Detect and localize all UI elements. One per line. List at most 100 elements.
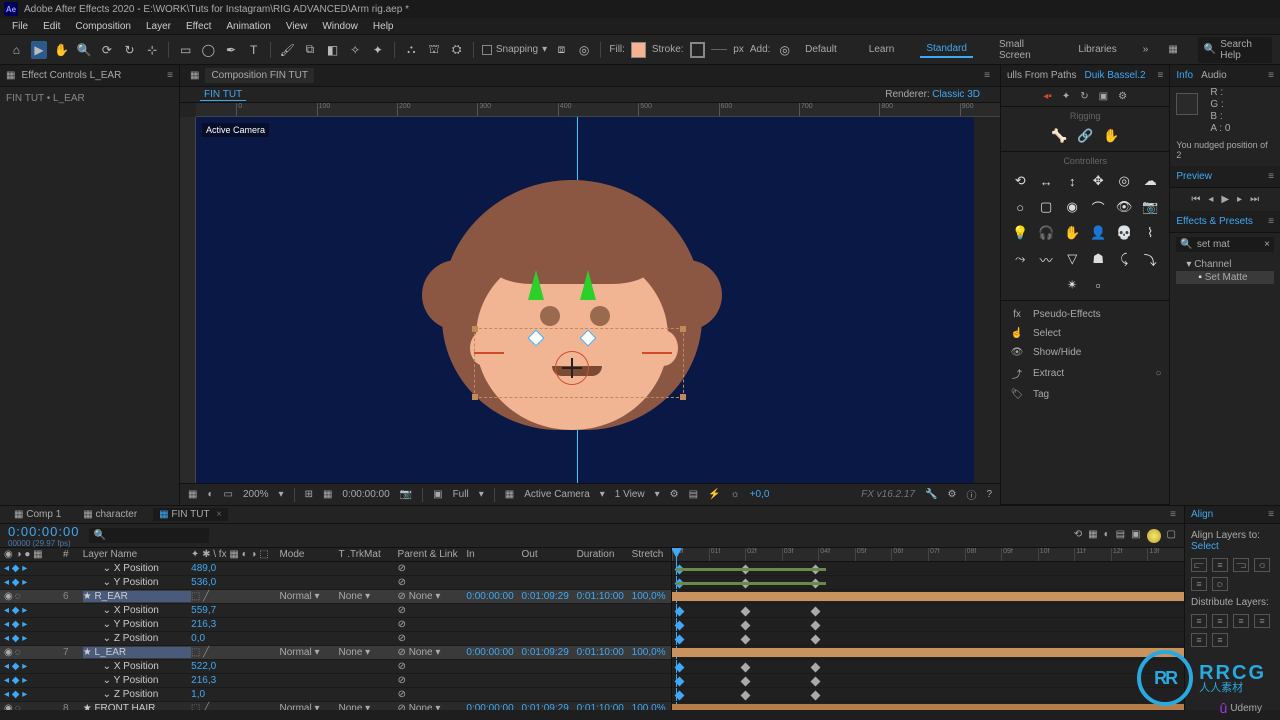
panel-options-icon[interactable]: ≡ — [167, 70, 173, 81]
duik-anim-icon[interactable]: ↻ — [1080, 91, 1088, 102]
comp-subtab[interactable]: FIN TUT — [200, 89, 246, 101]
tl-tab-fintut[interactable]: ▦ FIN TUT × — [153, 508, 228, 521]
timeline-track[interactable] — [672, 646, 1184, 660]
align-top-icon[interactable]: ⫏ — [1254, 558, 1270, 572]
ctrl-ear-icon[interactable]: 🎧 — [1037, 224, 1055, 242]
play-icon[interactable]: ▶ — [1221, 194, 1229, 205]
panel-options-icon[interactable]: ≡ — [1268, 70, 1274, 81]
timeline-property-row[interactable]: ◂ ◆ ▸⌄ Y Position536,0⊘ — [0, 576, 671, 590]
viewport[interactable]: 0 100 200 300 400 500 600 700 800 900 Ac… — [180, 103, 1000, 483]
keyframe-icon[interactable] — [741, 691, 751, 701]
ctrl-body-icon[interactable]: ☗ — [1089, 250, 1107, 268]
timeline-tracks[interactable]: 00f01f02f03f04f05f06f07f08f09f10f11f12f1… — [672, 548, 1184, 710]
tl-shy-icon[interactable]: ⟲ — [1074, 529, 1082, 543]
current-time-display[interactable]: 0:00:00:00 — [8, 524, 79, 539]
keyframe-nav-icon[interactable]: ◂ ◆ ▸ — [4, 661, 27, 672]
panel-menu-icon[interactable]: ▦ — [6, 70, 15, 81]
align-bottom-icon[interactable]: ⫐ — [1212, 577, 1228, 591]
dist-hcenter-icon[interactable]: ≡ — [1191, 633, 1207, 647]
tab-info[interactable]: Info — [1176, 70, 1193, 81]
first-frame-icon[interactable]: ⏮ — [1191, 194, 1200, 205]
visibility-icon[interactable]: ◉ — [4, 647, 13, 658]
snap-center-icon[interactable]: ◎ — [576, 41, 593, 59]
duik-cam-icon[interactable]: ▣ — [1099, 91, 1108, 102]
roi-icon[interactable]: ▣ — [433, 489, 442, 500]
timeline-property-row[interactable]: ◂ ◆ ▸⌄ X Position522,0⊘ — [0, 660, 671, 674]
keyframe-icon[interactable] — [741, 663, 751, 673]
tab-effects-presets[interactable]: Effects & Presets — [1176, 216, 1253, 227]
zoom-value[interactable]: 200% — [243, 489, 269, 500]
keyframe-nav-icon[interactable]: ◂ ◆ ▸ — [4, 605, 27, 616]
effects-item[interactable]: ▪ Set Matte — [1176, 271, 1274, 284]
panel-options-icon[interactable]: ≡ — [1170, 509, 1176, 520]
y-axis-arrow-icon[interactable] — [580, 270, 596, 300]
keyframe-icon[interactable] — [741, 677, 751, 687]
align-left-icon[interactable]: ⫍ — [1191, 558, 1207, 572]
panel-options-icon[interactable]: ≡ — [984, 70, 990, 81]
timeline-ruler[interactable]: 00f01f02f03f04f05f06f07f08f09f10f11f12f1… — [672, 548, 1184, 562]
effect-controls-tab[interactable]: Effect Controls L_EAR — [21, 70, 121, 81]
puppet-tool-icon[interactable]: ✦ — [369, 41, 386, 59]
current-time[interactable]: 0:00:00:00 — [342, 489, 389, 500]
brush-tool-icon[interactable]: 🖌 — [279, 41, 296, 59]
anchor-point-icon[interactable] — [562, 358, 582, 378]
keyframe-icon[interactable] — [675, 663, 685, 673]
next-frame-icon[interactable]: ▸ — [1237, 194, 1242, 205]
tl-graph-icon[interactable]: ▤ — [1116, 529, 1125, 543]
keyframe-icon[interactable] — [811, 621, 821, 631]
menu-edit[interactable]: Edit — [37, 20, 66, 33]
workspace-overflow-icon[interactable]: » — [1143, 44, 1149, 55]
duik-back-icon[interactable]: ◂▪ — [1043, 91, 1052, 102]
menu-help[interactable]: Help — [367, 20, 400, 33]
fast-preview-icon[interactable]: ⚡ — [708, 489, 720, 500]
timeline-search[interactable]: 🔍 — [89, 528, 209, 543]
visibility-icon[interactable]: ◉ — [4, 703, 13, 710]
ctrl-square-icon[interactable]: ▢ — [1037, 198, 1055, 216]
ctrl-drop-icon[interactable]: ◉ — [1063, 198, 1081, 216]
view-options-icon[interactable]: ⚙ — [670, 489, 679, 500]
timeline-layer-row[interactable]: ◉ ◌7★ L_EAR⬚ ╱Normal ▾None ▾⊘ None ▾0:00… — [0, 646, 671, 660]
tl-render-icon[interactable]: ▢ — [1167, 529, 1176, 543]
ctrl-light-icon[interactable]: 💡 — [1011, 224, 1029, 242]
timeline-property-row[interactable]: ◂ ◆ ▸⌄ Y Position216,3⊘ — [0, 674, 671, 688]
solo-icon[interactable]: ◌ — [15, 591, 21, 602]
keyframe-icon[interactable] — [741, 621, 751, 631]
tl-moblur-icon[interactable]: ◐ — [1104, 529, 1110, 543]
channel-icon[interactable]: ◐ — [207, 489, 213, 500]
timeline-track[interactable] — [672, 562, 1184, 576]
fx-help-icon[interactable]: ? — [986, 489, 992, 500]
composition-tab[interactable]: Composition FIN TUT — [205, 68, 314, 83]
tab-preview[interactable]: Preview — [1176, 171, 1212, 182]
panel-options-icon[interactable]: ≡ — [1268, 216, 1274, 227]
duik-select[interactable]: ☝Select — [1007, 324, 1163, 343]
ctrl-arm-icon[interactable]: ⤳ — [1011, 250, 1029, 268]
dist-bottom-icon[interactable]: ≡ — [1233, 614, 1249, 628]
menu-view[interactable]: View — [280, 20, 314, 33]
keyframe-icon[interactable] — [675, 607, 685, 617]
timeline-track[interactable] — [672, 632, 1184, 646]
menu-animation[interactable]: Animation — [220, 20, 276, 33]
keyframe-nav-icon[interactable]: ◂ ◆ ▸ — [4, 563, 27, 574]
keyframe-icon[interactable] — [811, 691, 821, 701]
keyframe-nav-icon[interactable]: ◂ ◆ ▸ — [4, 689, 27, 700]
timeline-track[interactable] — [672, 660, 1184, 674]
duik-tag[interactable]: 🏷Tag — [1007, 385, 1163, 404]
ctrl-rotate-icon[interactable]: ⟲ — [1011, 172, 1029, 190]
exposure-icon[interactable]: ☼ — [731, 489, 740, 500]
keyframe-nav-icon[interactable]: ◂ ◆ ▸ — [4, 577, 27, 588]
timeline-track[interactable] — [672, 702, 1184, 710]
dist-vcenter-icon[interactable]: ≡ — [1212, 614, 1228, 628]
pixel-aspect-icon[interactable]: ▤ — [689, 489, 698, 500]
effects-search[interactable]: 🔍 set mat × — [1176, 237, 1274, 252]
align-vcenter-icon[interactable]: ≡ — [1191, 577, 1207, 591]
rect-tool-icon[interactable]: ▭ — [177, 41, 194, 59]
timeline-property-row[interactable]: ◂ ◆ ▸⌄ X Position559,7⊘ — [0, 604, 671, 618]
x-axis-arrow-icon[interactable] — [474, 352, 504, 354]
duik-show-hide[interactable]: 👁Show/Hide — [1007, 343, 1163, 362]
home-icon[interactable]: ⌂ — [8, 41, 25, 59]
rig-link-icon[interactable]: 🔗 — [1076, 127, 1094, 145]
axis-view-icon[interactable]: ⛭ — [448, 41, 465, 59]
snapping-toggle[interactable]: Snapping ▾ — [482, 44, 547, 55]
pen-tool-icon[interactable]: ✒ — [223, 41, 240, 59]
options-dot-icon[interactable]: ○ — [1155, 368, 1161, 379]
